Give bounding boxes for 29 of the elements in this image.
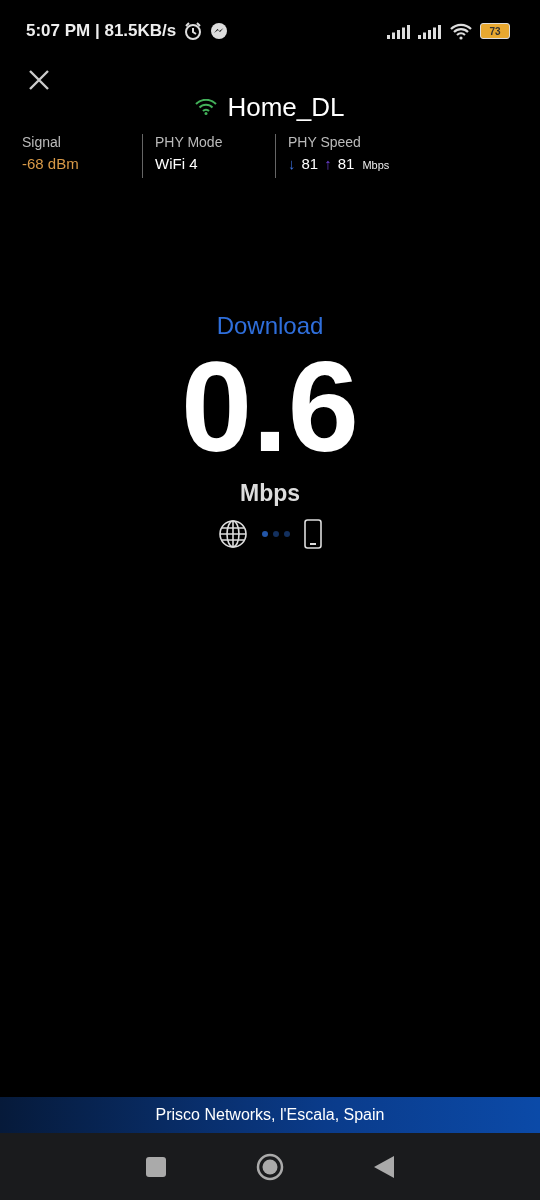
home-button[interactable] xyxy=(256,1152,284,1181)
wifi-icon xyxy=(449,22,473,40)
test-phase: Download xyxy=(216,312,324,340)
phone-icon xyxy=(304,519,322,549)
server-name: Prisco Networks, l'Escala, Spain xyxy=(155,1106,385,1124)
down-arrow-icon: ↓ xyxy=(288,155,296,172)
stat-value: WiFi 4 xyxy=(155,155,198,172)
battery-level: 73 xyxy=(489,25,501,37)
stat-value: 81 xyxy=(301,155,319,172)
back-button[interactable] xyxy=(373,1154,396,1179)
signal-icon xyxy=(418,23,442,39)
speed-unit: Mbps xyxy=(239,480,301,507)
signal-icon xyxy=(387,23,411,39)
network-name: Home_DL xyxy=(227,91,345,123)
alarm-icon xyxy=(183,21,204,41)
globe-icon xyxy=(218,519,248,549)
wifi-icon xyxy=(195,99,218,115)
stat-value: -68 dBm xyxy=(22,155,79,172)
messenger-icon xyxy=(210,22,229,40)
up-arrow-icon: ↑ xyxy=(324,155,332,172)
stat-label: PHY Mode xyxy=(155,134,224,150)
recents-button[interactable] xyxy=(144,1155,167,1178)
status-time: 5:07 PM | 81.5KB/s xyxy=(26,21,177,41)
stat-label: Signal xyxy=(22,134,62,150)
close-icon[interactable] xyxy=(28,69,50,91)
speed-value: 0.6 xyxy=(181,342,359,472)
stat-value: 81 xyxy=(337,155,355,172)
stat-label: PHY Speed xyxy=(288,134,362,150)
unit-label: Mbps xyxy=(362,159,390,171)
